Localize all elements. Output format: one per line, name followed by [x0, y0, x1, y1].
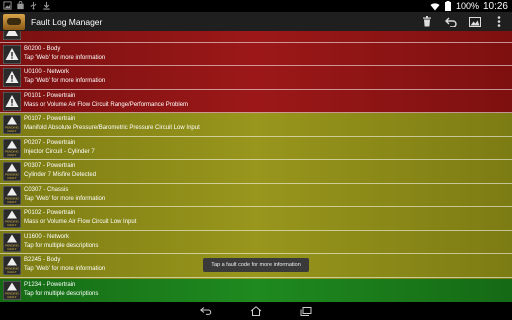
- fault-description: Tap 'Web' for more information: [24, 266, 106, 272]
- recent-apps-nav-button[interactable]: [298, 305, 314, 317]
- pending-fault-icon: PENDINGFAULT: [3, 138, 21, 158]
- trash-icon: [423, 16, 431, 27]
- fault-description: Tap 'Web' for more information: [24, 54, 106, 61]
- fault-description: Manifold Absolute Pressure/Barometric Pr…: [24, 125, 200, 131]
- fault-row[interactable]: PENDING FAULT P1234 - Powertrain Tap for …: [0, 279, 512, 303]
- fault-description: Injector Circuit - Cylinder 7: [24, 148, 95, 155]
- back-action-button[interactable]: [444, 15, 458, 29]
- usb-icon: [30, 1, 37, 10]
- fault-code: P0102 - Powertrain: [24, 210, 76, 216]
- pending-fault-icon: PENDINGFAULT: [3, 209, 21, 228]
- pending-fault-icon: PENDINGFAULT: [3, 256, 21, 275]
- svg-text:FAULT: FAULT: [7, 200, 16, 204]
- fault-description: Cylinder 7 Misfire Detected: [24, 172, 97, 178]
- clock: 10:26: [482, 0, 508, 12]
- fault-code: C0307 - Chassis: [24, 186, 69, 193]
- picture-icon: [469, 16, 481, 27]
- fault-row[interactable]: PENDING FAULT C0307 - Chassis Tap 'Web' f…: [0, 184, 512, 207]
- status-bar: 100% 10:26: [0, 0, 512, 12]
- system-status: 100% 10:26: [430, 0, 508, 12]
- home-icon: [250, 306, 262, 316]
- stored-fault-icon: [3, 31, 21, 40]
- fault-row[interactable]: B0200 - Body Tap 'Web' for more informat…: [0, 43, 512, 66]
- pending-fault-icon: PENDINGFAULT: [3, 162, 21, 181]
- fault-code: U1600 - Network: [24, 233, 70, 240]
- back-arrow-icon: [200, 307, 212, 315]
- stored-fault-icon: [3, 68, 21, 87]
- action-bar: Fault Log Manager: [0, 12, 512, 31]
- delete-button[interactable]: [420, 15, 434, 29]
- overflow-menu-button[interactable]: [492, 15, 506, 29]
- fault-description: Tap 'Web' for more information: [24, 195, 106, 202]
- fault-code: P0307 - Powertrain: [24, 163, 76, 169]
- recent-apps-icon: [300, 306, 312, 316]
- fault-code: P0101 - Powertrain: [24, 92, 76, 99]
- fault-code: P0107 - Powertrain: [24, 116, 76, 122]
- fault-description: Tap for multiple descriptions: [24, 290, 99, 297]
- app-logo-icon[interactable]: [3, 13, 25, 30]
- toast-message: Tap a fault code for more information: [203, 258, 309, 272]
- fault-list[interactable]: B0200 - Body Tap 'Web' for more informat…: [0, 31, 512, 302]
- stored-fault-icon: [3, 91, 21, 111]
- svg-text:FAULT: FAULT: [7, 153, 16, 157]
- pending-fault-icon: PENDINGFAULT: [3, 280, 21, 300]
- download-icon: [43, 1, 50, 10]
- stored-fault-icon: [3, 44, 21, 64]
- fault-description: Tap for multiple descriptions: [24, 242, 99, 249]
- home-nav-button[interactable]: [248, 305, 264, 317]
- wifi-icon: [430, 2, 440, 10]
- svg-text:FAULT: FAULT: [7, 295, 16, 299]
- fault-description: Mass or Volume Air Flow Circuit Low Inpu…: [24, 219, 137, 225]
- svg-text:FAULT: FAULT: [7, 270, 16, 274]
- fault-row[interactable]: PENDING FAULT P0102 - Powertrain Mass or …: [0, 207, 512, 231]
- fault-row[interactable]: P0101 - Powertrain Mass or Volume Air Fl…: [0, 90, 512, 113]
- fault-description: Mass or Volume Air Flow Circuit Range/Pe…: [24, 101, 189, 108]
- fault-code: P1234 - Powertrain: [24, 281, 76, 288]
- action-bar-buttons: [420, 12, 506, 31]
- shopping-bag-icon: [17, 1, 24, 10]
- battery-icon: [444, 1, 451, 11]
- notification-icons: [3, 1, 51, 10]
- fault-code: P0207 - Powertrain: [24, 139, 76, 146]
- fault-description: Tap 'Web' for more information: [24, 78, 106, 84]
- pending-fault-icon: PENDINGFAULT: [3, 115, 21, 134]
- fault-row[interactable]: U0100 - Network Tap 'Web' for more infor…: [0, 66, 512, 90]
- svg-text:FAULT: FAULT: [7, 223, 16, 227]
- pending-fault-icon: PENDINGFAULT: [3, 185, 21, 205]
- image-button[interactable]: [468, 15, 482, 29]
- fault-row-partial[interactable]: [0, 31, 512, 43]
- fault-row[interactable]: PENDING FAULT U1600 - Network Tap for mul…: [0, 231, 512, 254]
- fault-code: B0200 - Body: [24, 45, 61, 52]
- battery-percent: 100%: [455, 1, 479, 11]
- fault-code: U0100 - Network: [24, 69, 70, 75]
- pending-fault-icon: PENDINGFAULT: [3, 232, 21, 252]
- svg-text:FAULT: FAULT: [7, 247, 16, 251]
- svg-text:FAULT: FAULT: [7, 129, 16, 133]
- back-nav-button[interactable]: [198, 305, 214, 317]
- fault-code: B2245 - Body: [24, 257, 61, 263]
- return-arrow-icon: [445, 17, 457, 27]
- app-title: Fault Log Manager: [31, 16, 103, 27]
- overflow-dots-icon: [497, 16, 501, 27]
- fault-row[interactable]: PENDING FAULT P0107 - Powertrain Manifold…: [0, 113, 512, 137]
- fault-row[interactable]: PENDING FAULT P0307 - Powertrain Cylinder…: [0, 160, 512, 184]
- svg-text:FAULT: FAULT: [7, 176, 16, 180]
- navigation-bar: [0, 302, 512, 320]
- image-notification-icon: [3, 1, 12, 10]
- fault-row[interactable]: PENDING FAULT P0207 - Powertrain Injector…: [0, 137, 512, 160]
